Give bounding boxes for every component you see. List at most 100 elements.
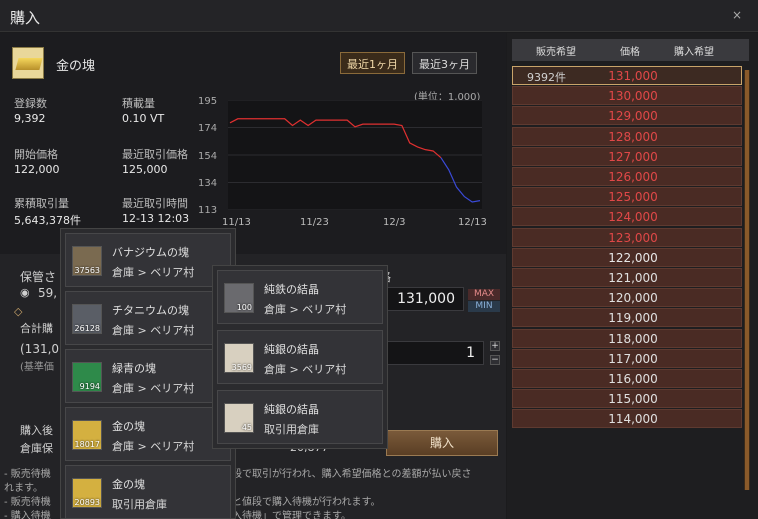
price-input[interactable]: 131,000 bbox=[386, 287, 464, 311]
start-price-value: 122,000 bbox=[14, 163, 60, 176]
orderbook-row[interactable]: 127,000 bbox=[512, 146, 742, 166]
diamond-icon: ◇ bbox=[14, 305, 23, 318]
price-history-chart bbox=[228, 100, 482, 210]
warehouse-dropdown-2: 100 純鉄の結晶 倉庫 > ベリア村 3569 純銀の結晶 倉庫 > ベリア村… bbox=[212, 265, 388, 449]
order-count: 9392件 bbox=[527, 71, 566, 84]
order-price: 130,000 bbox=[608, 89, 658, 104]
min-button[interactable]: MIN bbox=[468, 301, 500, 312]
note-line: - 購入待機 bbox=[4, 511, 51, 519]
cumulative-label: 累積取引量 bbox=[14, 197, 69, 210]
warehouse-item-location: 倉庫 > ベリア村 bbox=[112, 382, 195, 395]
warehouse-item[interactable]: 9194 緑青の塊 倉庫 > ベリア村 bbox=[65, 349, 231, 403]
warehouse-item[interactable]: 37563 バナジウムの塊 倉庫 > ベリア村 bbox=[65, 233, 231, 287]
order-price: 121,000 bbox=[608, 271, 658, 285]
orderbook-row[interactable]: 117,000 bbox=[512, 348, 742, 368]
warehouse-item-name: 純銀の結晶 bbox=[264, 403, 319, 416]
holding-value: 59, bbox=[38, 286, 58, 300]
orderbook-row[interactable]: 125,000 bbox=[512, 187, 742, 207]
orderbook-row[interactable]: 9392件 131,000 bbox=[512, 66, 742, 85]
warehouse-item-name: バナジウムの塊 bbox=[112, 246, 189, 259]
note-line: - 販売待機 bbox=[4, 497, 51, 508]
x-tick: 11/13 bbox=[222, 217, 251, 228]
orderbook-row[interactable]: 120,000 bbox=[512, 288, 742, 308]
note-line: - 販売待機 bbox=[4, 469, 51, 480]
warehouse-item[interactable]: 45 純銀の結晶 取引用倉庫 bbox=[217, 390, 383, 444]
x-tick: 12/13 bbox=[458, 217, 487, 228]
warehouse-item-name: 純鉄の結晶 bbox=[264, 283, 319, 296]
warehouse-item-name: 緑青の塊 bbox=[112, 362, 156, 375]
order-price: 129,000 bbox=[608, 109, 658, 124]
orderbook-scroll-thumb[interactable] bbox=[745, 70, 749, 490]
y-tick: 174 bbox=[198, 123, 218, 134]
y-tick: 195 bbox=[198, 96, 218, 107]
warehouse-item-location: 倉庫 > ベリア村 bbox=[264, 363, 347, 376]
orderbook-row[interactable]: 119,000 bbox=[512, 308, 742, 328]
x-tick: 11/23 bbox=[300, 217, 329, 228]
orderbook-row[interactable]: 130,000 bbox=[512, 86, 742, 106]
silver-coin-icon: ◉ bbox=[20, 286, 30, 299]
period-3month-button[interactable]: 最近3ヶ月 bbox=[412, 52, 477, 74]
y-tick: 154 bbox=[198, 151, 218, 162]
warehouse-item[interactable]: 20893 金の塊 取引用倉庫 bbox=[65, 465, 231, 519]
order-price: 118,000 bbox=[608, 331, 658, 346]
order-price: 124,000 bbox=[608, 210, 658, 225]
orderbook-header: 販売希望 価格 購入希望 bbox=[512, 39, 749, 61]
orderbook-row[interactable]: 121,000 bbox=[512, 268, 742, 287]
warehouse-item[interactable]: 26128 チタニウムの塊 倉庫 > ベリア村 bbox=[65, 291, 231, 345]
period-1month-button[interactable]: 最近1ヶ月 bbox=[340, 52, 405, 74]
order-price: 127,000 bbox=[608, 149, 658, 164]
total-label: 合計購 bbox=[20, 322, 53, 335]
warehouse-item[interactable]: 100 純鉄の結晶 倉庫 > ベリア村 bbox=[217, 270, 383, 324]
after-purchase-label: 購入後 bbox=[20, 424, 53, 437]
order-price: 128,000 bbox=[608, 129, 658, 144]
verdigris-ingot-icon: 9194 bbox=[72, 362, 102, 392]
warehouse-item[interactable]: 3569 純銀の結晶 倉庫 > ベリア村 bbox=[217, 330, 383, 384]
x-tick: 12/3 bbox=[383, 217, 406, 228]
order-price: 119,000 bbox=[608, 311, 658, 326]
holding-label: 保管さ bbox=[20, 270, 57, 284]
warehouse-item-location: 倉庫 > ベリア村 bbox=[112, 266, 195, 279]
orderbook-row[interactable]: 124,000 bbox=[512, 207, 742, 227]
close-icon[interactable]: × bbox=[732, 8, 742, 22]
orderbook-row[interactable]: 115,000 bbox=[512, 389, 742, 409]
warehouse-item-name: 金の塊 bbox=[112, 420, 145, 433]
orderbook-row[interactable]: 123,000 bbox=[512, 227, 742, 247]
orderbook-row[interactable]: 122,000 bbox=[512, 247, 742, 267]
warehouse-item-location: 取引用倉庫 bbox=[264, 423, 319, 436]
standard-label: (基準価 bbox=[20, 362, 54, 373]
warehouse-dropdown-1: 37563 バナジウムの塊 倉庫 > ベリア村 26128 チタニウムの塊 倉庫… bbox=[60, 228, 236, 519]
warehouse-item-location: 取引用倉庫 bbox=[112, 498, 167, 511]
window-title: 購入 bbox=[10, 9, 41, 27]
buy-button[interactable]: 購入 bbox=[386, 430, 498, 456]
order-price: 131,000 bbox=[608, 69, 658, 83]
gold-ingot-icon: 18017 bbox=[72, 420, 102, 450]
orderbook-row[interactable]: 114,000 bbox=[512, 409, 742, 429]
note-line: と値段で購入待機が行われます。 bbox=[232, 497, 381, 508]
orderbook-row[interactable]: 126,000 bbox=[512, 167, 742, 186]
recent-time-value: 12-13 12:03 bbox=[122, 212, 190, 225]
order-price: 125,000 bbox=[608, 190, 658, 205]
y-tick: 134 bbox=[198, 178, 218, 189]
warehouse-item[interactable]: 18017 金の塊 倉庫 > ベリア村 bbox=[65, 407, 231, 461]
pure-silver-crystal-icon: 45 bbox=[224, 403, 254, 433]
titanium-ingot-icon: 26128 bbox=[72, 304, 102, 334]
order-price: 122,000 bbox=[608, 250, 658, 265]
warehouse-item-name: 金の塊 bbox=[112, 478, 145, 491]
warehouse-label: 倉庫保 bbox=[20, 442, 53, 455]
cumulative-value: 5,643,378件 bbox=[14, 214, 81, 227]
recent-price-label: 最近取引価格 bbox=[122, 148, 188, 161]
orderbook-row[interactable]: 128,000 bbox=[512, 126, 742, 146]
warehouse-item-location: 倉庫 > ベリア村 bbox=[112, 324, 195, 337]
order-price: 114,000 bbox=[608, 412, 658, 427]
start-price-label: 開始価格 bbox=[14, 148, 58, 161]
orderbook-row[interactable]: 129,000 bbox=[512, 106, 742, 126]
orderbook-row[interactable]: 118,000 bbox=[512, 328, 742, 348]
quantity-increase-button[interactable]: + bbox=[490, 341, 500, 351]
weight-label: 積載量 bbox=[122, 97, 155, 110]
quantity-decrease-button[interactable]: − bbox=[490, 355, 500, 365]
orderbook-row[interactable]: 116,000 bbox=[512, 369, 742, 388]
warehouse-item-location: 倉庫 > ベリア村 bbox=[264, 303, 347, 316]
quantity-input[interactable]: 1 bbox=[386, 341, 484, 365]
max-button[interactable]: MAX bbox=[468, 289, 500, 300]
weight-value: 0.10 VT bbox=[122, 112, 165, 125]
